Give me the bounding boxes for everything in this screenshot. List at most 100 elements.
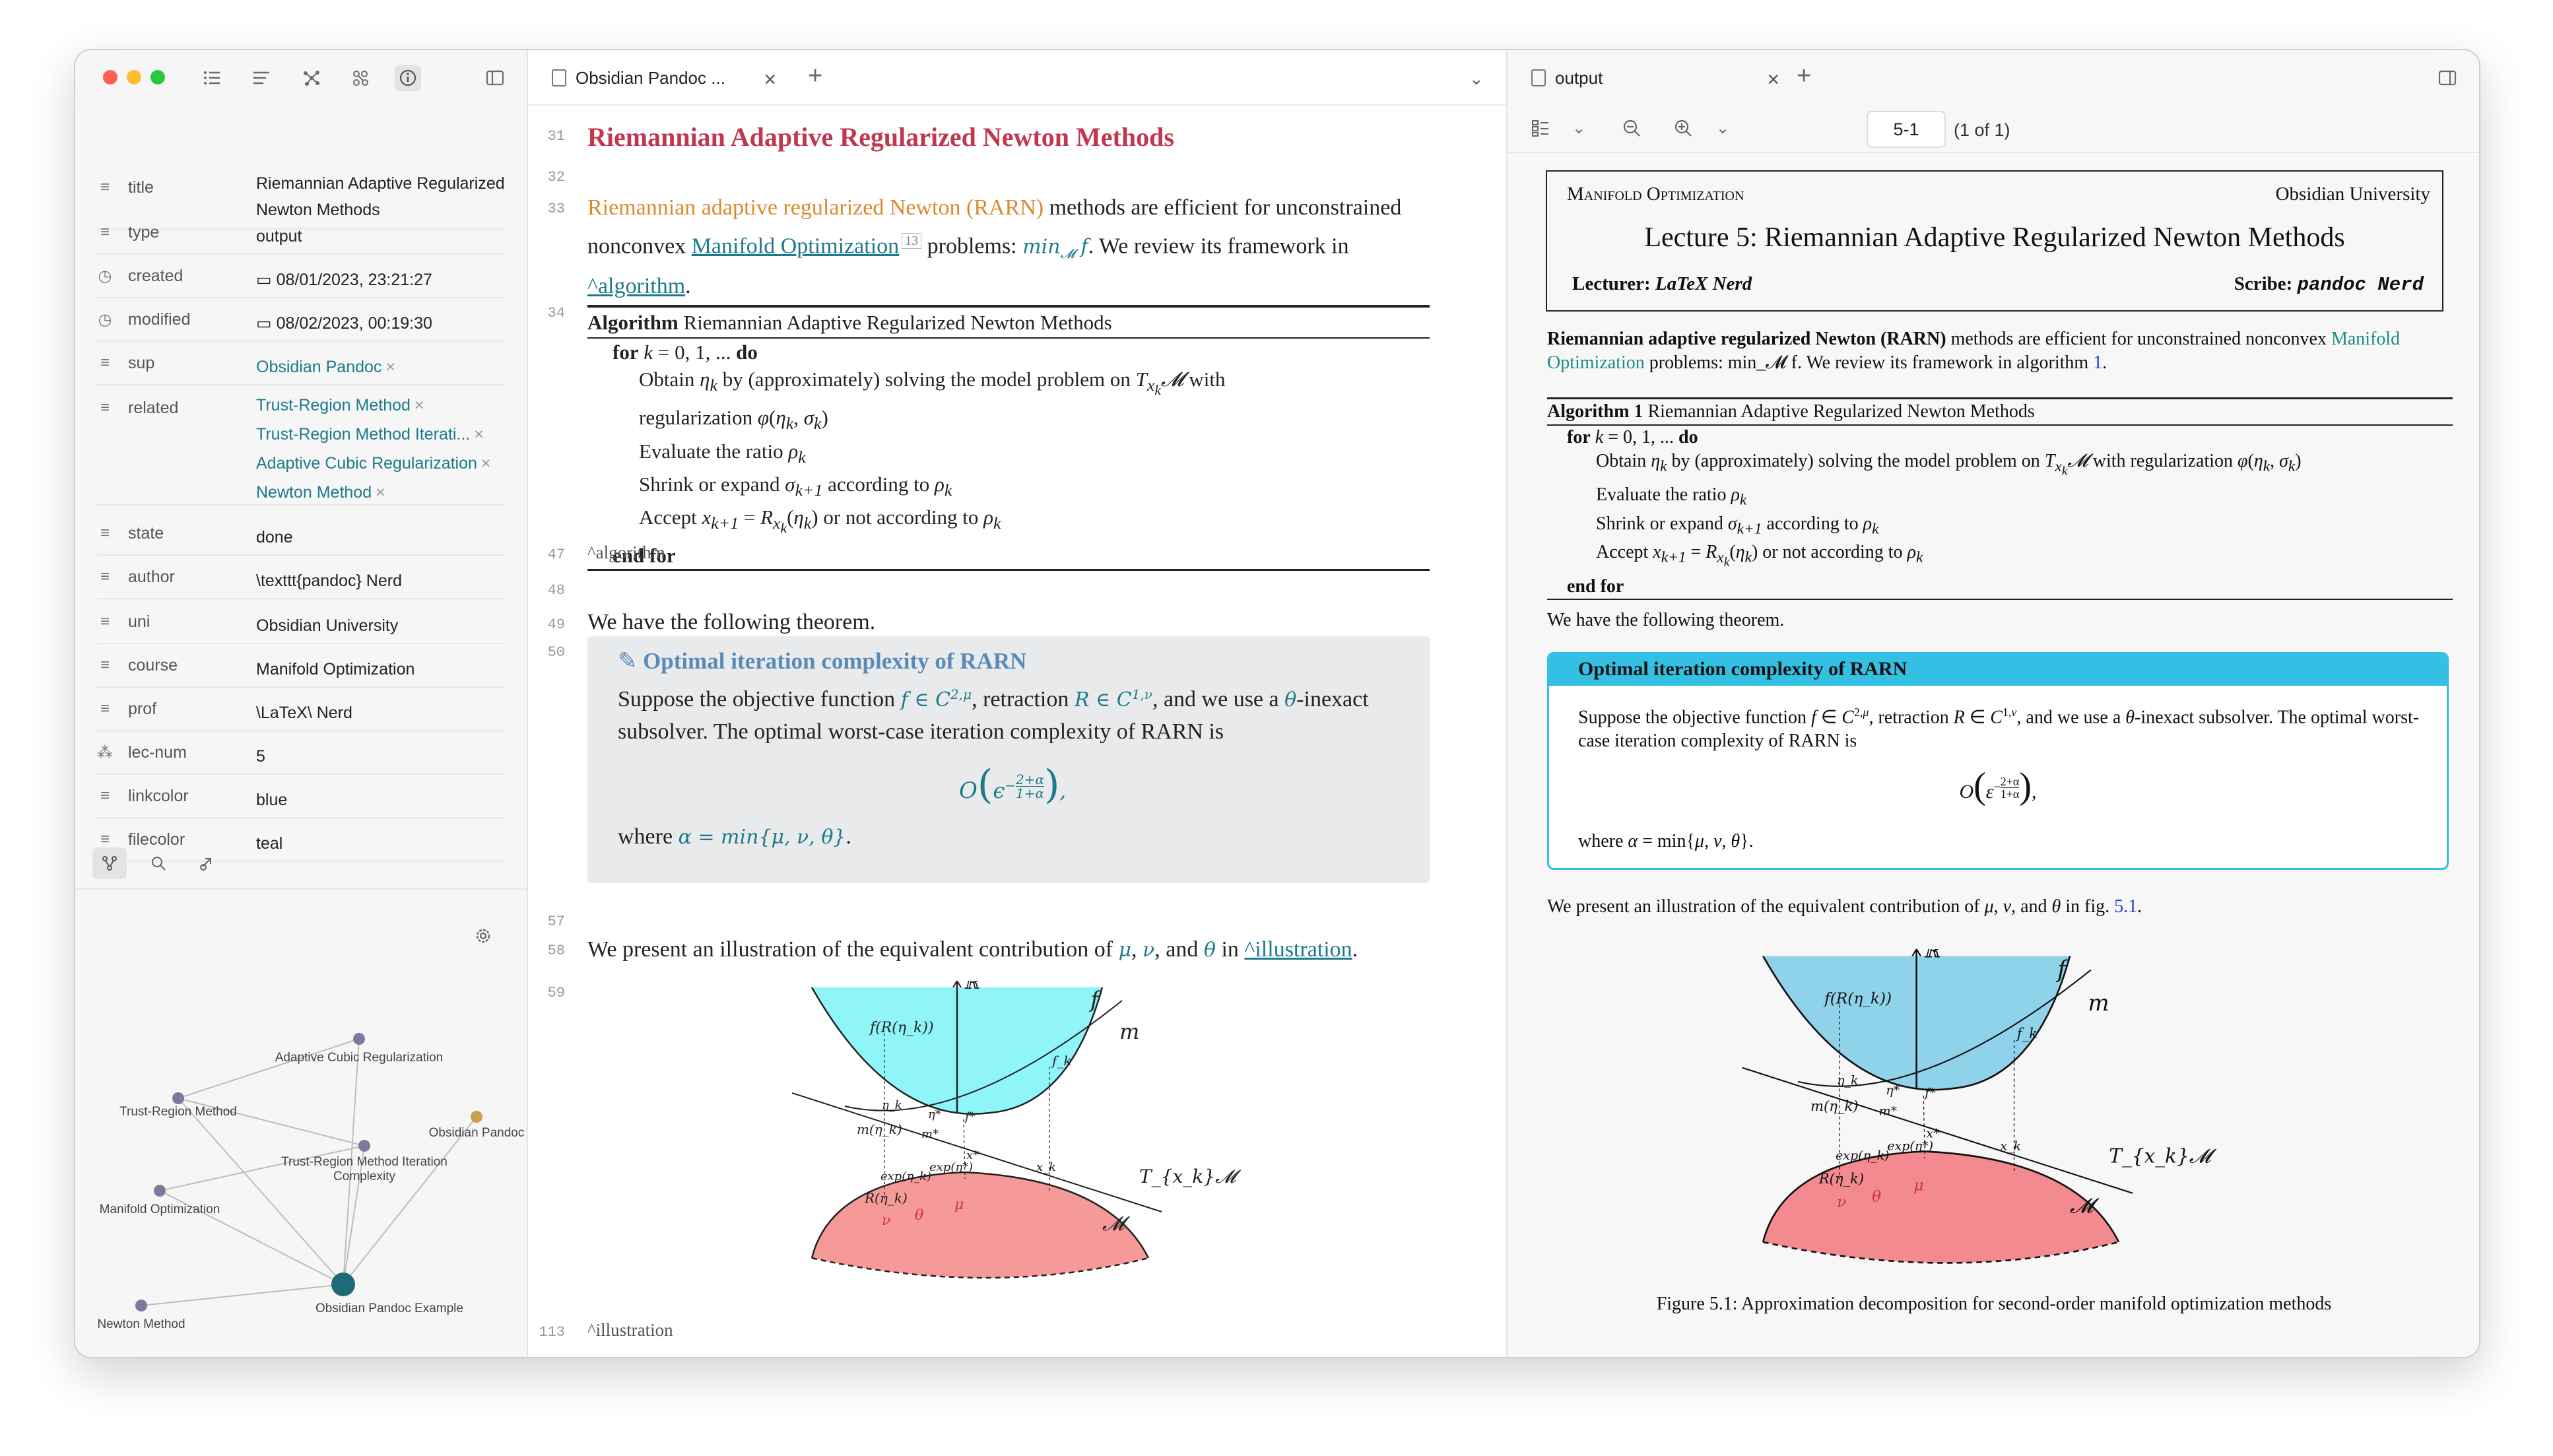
property-value[interactable]: output xyxy=(256,223,507,249)
property-value[interactable]: Obsidian Pandoc × xyxy=(256,354,507,380)
figure-label: exp(η_k) xyxy=(1836,1148,1889,1163)
tab-output[interactable]: output × xyxy=(1531,59,1779,96)
sup-link-text[interactable]: Obsidian Pandoc xyxy=(256,358,381,376)
text-icon: ≡ xyxy=(100,830,110,848)
local-graph[interactable]: Adaptive Cubic Regularization Trust-Regi… xyxy=(75,961,528,1357)
info-icon[interactable] xyxy=(395,65,421,91)
editor-pane: Obsidian Pandoc ... × + ⌄ 31 Riemannian … xyxy=(528,50,1508,1357)
remove-link-icon[interactable]: × xyxy=(481,454,491,473)
pdf-figure-ref[interactable]: 5.1 xyxy=(2114,896,2137,917)
related-link[interactable]: Newton Method × xyxy=(256,478,507,507)
remove-link-icon[interactable]: × xyxy=(474,425,484,444)
chevron-down-icon[interactable]: ⌄ xyxy=(1566,115,1592,141)
backlinks-tab-icon[interactable] xyxy=(141,847,176,879)
chevron-down-icon[interactable]: ⌄ xyxy=(1709,115,1736,141)
callout-formula: O(ϵ− 2+α 1+α), xyxy=(959,762,1066,808)
property-row-course[interactable]: ≡ course Manifold Optimization xyxy=(96,644,506,688)
property-value-text: \LaTeX\ Nerd xyxy=(256,704,352,722)
property-value[interactable]: blue xyxy=(256,787,507,813)
minimize-window-button[interactable] xyxy=(127,70,141,84)
property-row-state[interactable]: ≡ state done xyxy=(96,512,506,556)
property-row-type[interactable]: ≡ type output xyxy=(96,211,506,255)
property-value-text: 08/01/2023, 23:21:27 xyxy=(276,271,432,289)
graph-tab-icon[interactable] xyxy=(92,847,127,879)
text-icon: ≡ xyxy=(100,178,110,196)
thumbnails-icon[interactable] xyxy=(1527,115,1554,141)
property-value[interactable]: ▭ 08/02/2023, 00:19:30 xyxy=(256,310,507,337)
property-row-sup[interactable]: ≡ sup Obsidian Pandoc × xyxy=(96,342,506,385)
page-number-input[interactable]: 5-1 xyxy=(1867,111,1946,148)
property-value-text: output xyxy=(256,227,302,246)
close-tab-icon[interactable]: × xyxy=(1767,67,1779,92)
sidebar-toggle-icon[interactable] xyxy=(482,65,508,91)
close-tab-icon[interactable]: × xyxy=(764,67,776,92)
new-tab-icon[interactable]: + xyxy=(808,62,822,90)
list-icon: ≡ xyxy=(100,399,110,416)
property-value[interactable]: Trust-Region Method × Trust-Region Method … xyxy=(256,391,507,507)
tab-title: output xyxy=(1555,67,1603,88)
property-row-modified[interactable]: ◷ modified ▭ 08/02/2023, 00:19:30 xyxy=(96,298,506,342)
property-row-author[interactable]: ≡ author \texttt{pandoc} Nerd xyxy=(96,556,506,599)
property-row-lec-num[interactable]: ⁂ lec-num 5 xyxy=(96,731,506,775)
remove-link-icon[interactable]: × xyxy=(376,483,385,502)
graph-node-newton-method[interactable] xyxy=(135,1300,147,1311)
illustration-anchor-link[interactable]: ^illustration xyxy=(1244,937,1352,962)
figure-label: m xyxy=(2088,990,2109,1016)
figure-label: η_k xyxy=(882,1098,902,1112)
property-value[interactable]: Obsidian University xyxy=(256,612,507,639)
text-icon: ≡ xyxy=(100,223,110,241)
chevron-down-icon[interactable]: ⌄ xyxy=(1469,69,1484,89)
graph-node-trust-region[interactable] xyxy=(172,1092,184,1104)
property-row-related[interactable]: ≡ related Trust-Region Method × Trust-Region… xyxy=(96,387,506,506)
graph-node-manifold-optimization[interactable] xyxy=(154,1185,166,1197)
lecturer-line: Lecturer: LaTeX Nerd xyxy=(1572,273,1752,295)
property-value[interactable]: \texttt{pandoc} Nerd xyxy=(256,568,507,594)
zoom-out-icon[interactable] xyxy=(1618,115,1645,141)
related-link[interactable]: Trust-Region Method × xyxy=(256,391,507,420)
bullet-list-icon[interactable] xyxy=(199,65,226,91)
property-value[interactable]: ▭ 08/01/2023, 23:21:27 xyxy=(256,267,507,293)
outgoing-links-tab-icon[interactable] xyxy=(190,847,224,879)
property-value[interactable]: \LaTeX\ Nerd xyxy=(256,700,507,726)
property-row-created[interactable]: ◷ created ▭ 08/01/2023, 23:21:27 xyxy=(96,255,506,298)
graph-label: Obsidian Pandoc xyxy=(429,1126,525,1140)
property-value[interactable]: teal xyxy=(256,830,507,857)
close-window-button[interactable] xyxy=(103,70,117,84)
related-link[interactable]: Trust-Region Method Iterati... × xyxy=(256,420,507,449)
tab-obsidian-pandoc[interactable]: Obsidian Pandoc ... × xyxy=(552,59,776,96)
algorithm-anchor-link[interactable]: ^algorithm xyxy=(587,274,685,298)
property-value[interactable]: done xyxy=(256,524,507,550)
pdf-algorithm-ref[interactable]: 1 xyxy=(2093,352,2102,373)
graph-view-icon[interactable] xyxy=(298,65,325,91)
graph-node-obsidian-pandoc-example[interactable] xyxy=(331,1273,355,1296)
property-row-prof[interactable]: ≡ prof \LaTeX\ Nerd xyxy=(96,688,506,731)
sidebar-toggle-icon[interactable] xyxy=(2434,65,2461,91)
footnote-marker[interactable]: 13 xyxy=(902,233,922,249)
callout-title: ✎ Optimal iteration complexity of RARN xyxy=(618,648,1026,675)
property-value-text: 08/02/2023, 00:19:30 xyxy=(276,314,432,333)
property-value[interactable]: 5 xyxy=(256,743,507,770)
manifold-optimization-link[interactable]: Manifold Optimization xyxy=(692,234,899,258)
figure-label: R(η_k) xyxy=(864,1190,908,1206)
pdf-algo-line: Accept xk+1 = Rxk(ηk) or not according t… xyxy=(1596,542,1923,570)
manifold-region xyxy=(1763,1151,2119,1263)
property-value[interactable]: Manifold Optimization xyxy=(256,656,507,682)
outline-icon[interactable] xyxy=(248,65,275,91)
related-link[interactable]: Adaptive Cubic Regularization × xyxy=(256,449,507,478)
figure-label: T_{x_k}𝓜 xyxy=(2109,1144,2217,1168)
figure-label: η_k xyxy=(1837,1073,1858,1088)
property-row-linkcolor[interactable]: ≡ linkcolor blue xyxy=(96,775,506,818)
graph-node-trust-region-complexity[interactable] xyxy=(358,1140,370,1152)
property-row-uni[interactable]: ≡ uni Obsidian University xyxy=(96,601,506,644)
remove-link-icon[interactable]: × xyxy=(385,358,395,376)
figure-label: m(η_k) xyxy=(857,1121,902,1137)
gear-icon[interactable] xyxy=(466,920,500,952)
zoom-in-icon[interactable] xyxy=(1670,115,1696,141)
property-key: lec-num xyxy=(128,743,187,762)
remove-link-icon[interactable]: × xyxy=(414,396,424,414)
graph-node-obsidian-pandoc[interactable] xyxy=(471,1111,482,1123)
new-tab-icon[interactable]: + xyxy=(1797,62,1811,90)
graph-node-adaptive-cubic[interactable] xyxy=(353,1033,365,1045)
zoom-window-button[interactable] xyxy=(150,70,165,84)
local-graph-icon[interactable] xyxy=(347,65,374,91)
